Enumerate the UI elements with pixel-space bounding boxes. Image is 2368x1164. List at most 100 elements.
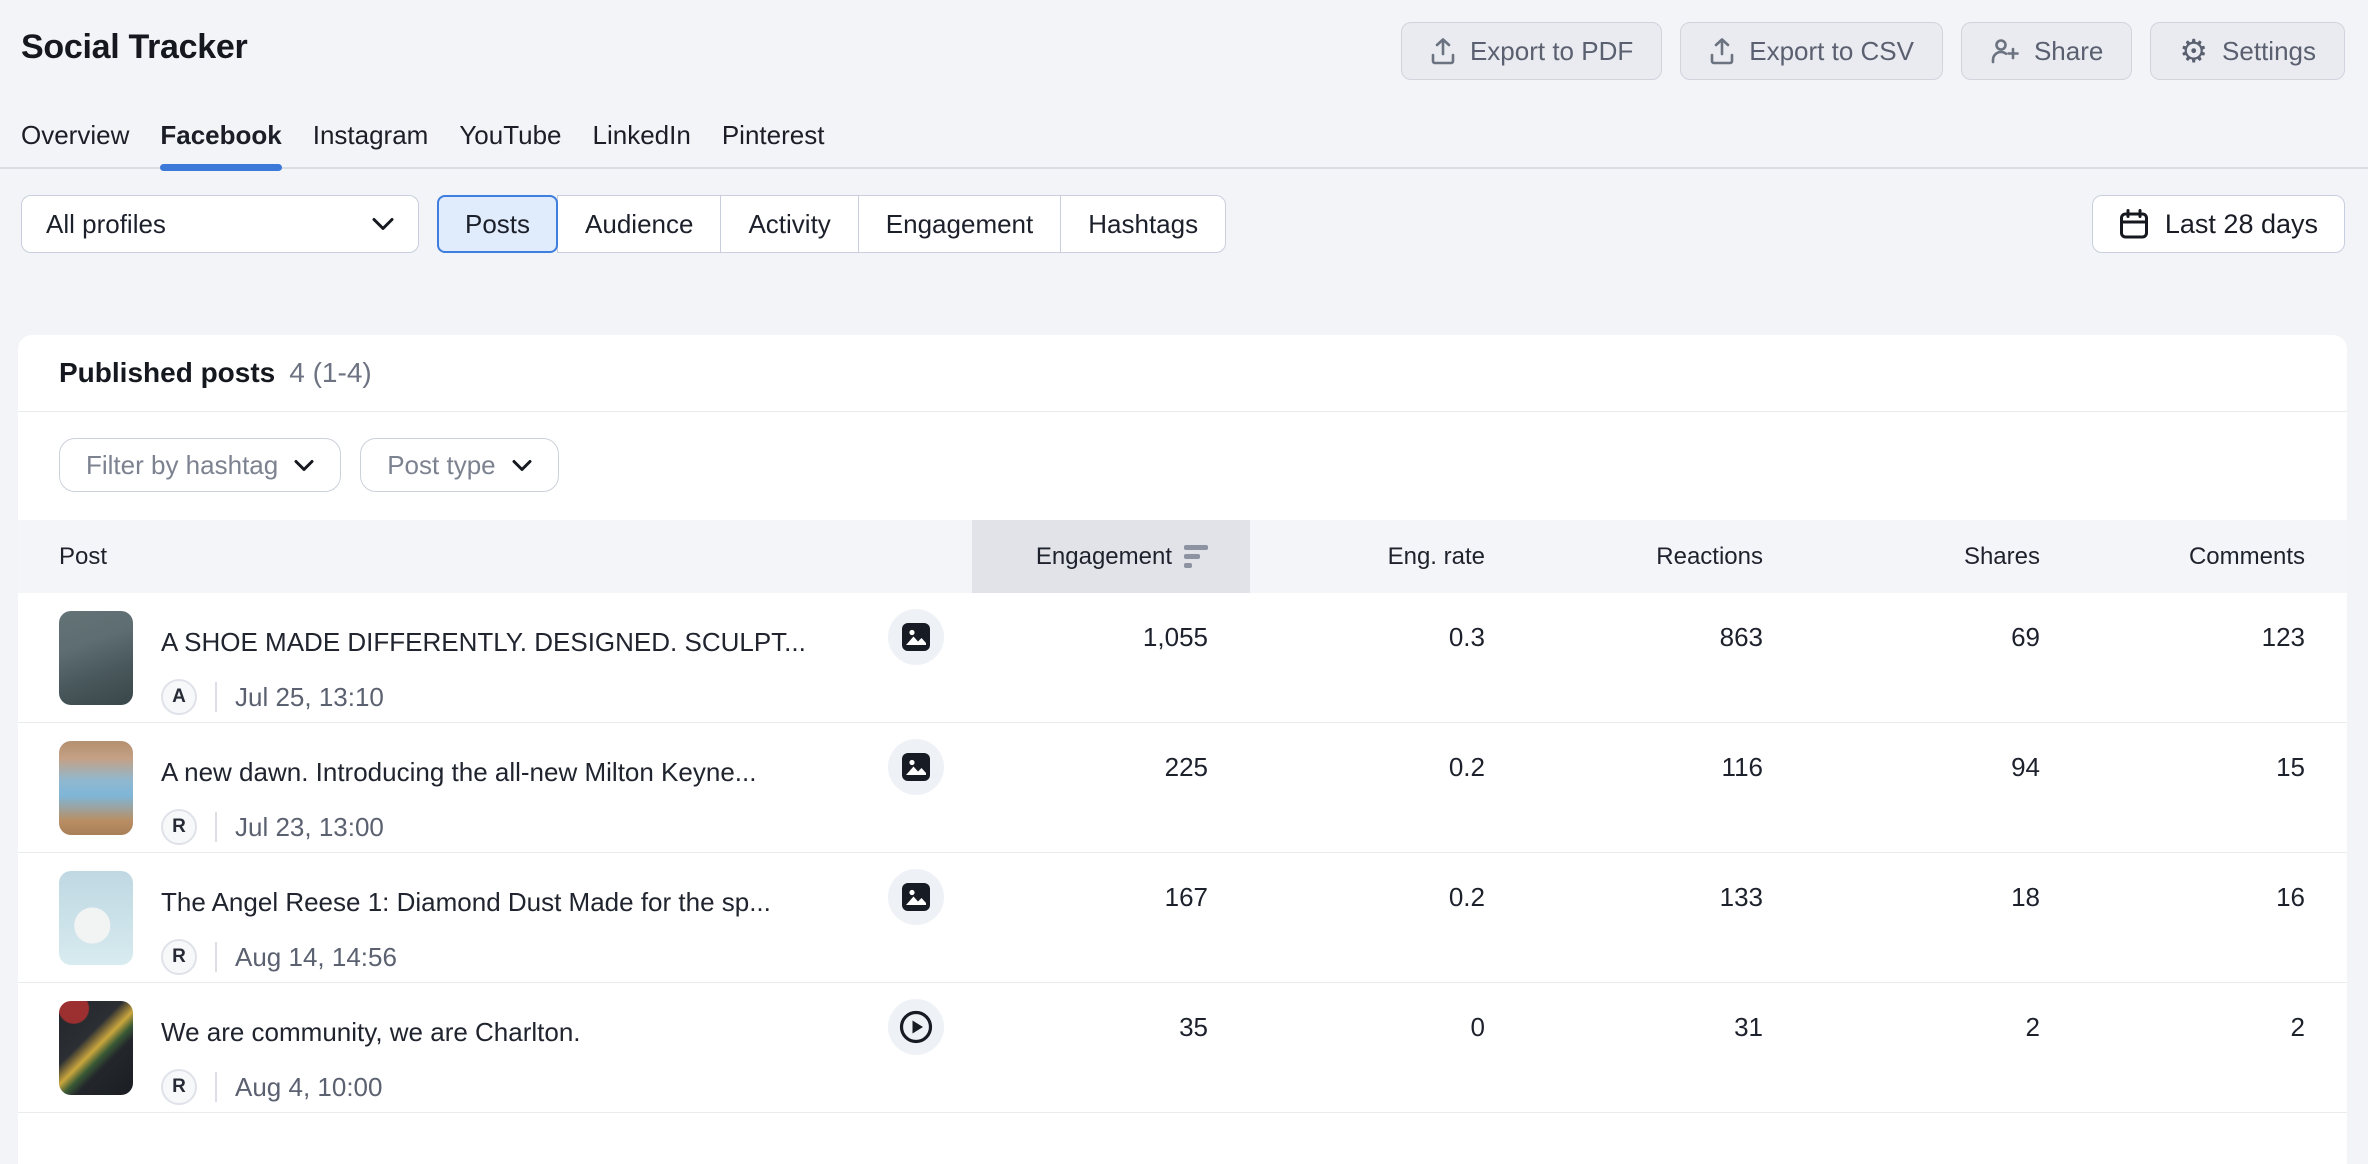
- post-datetime: Jul 25, 13:10: [235, 682, 384, 713]
- post-datetime: Aug 14, 14:56: [235, 942, 397, 973]
- tab-youtube[interactable]: YouTube: [459, 110, 561, 167]
- table-row[interactable]: We are community, we are Charlton. R Aug…: [18, 983, 2347, 1113]
- share-button[interactable]: Share: [1961, 22, 2132, 80]
- reactions-value: 133: [1527, 853, 1805, 982]
- profile-badge: R: [161, 1069, 197, 1105]
- toolbar: Export to PDF Export to CSV Share ⚙ Sett…: [1401, 22, 2345, 80]
- column-header-engagement[interactable]: Engagement: [972, 520, 1250, 593]
- card-title: Published posts: [59, 357, 275, 389]
- gear-icon: ⚙: [2179, 35, 2208, 67]
- post-title[interactable]: A SHOE MADE DIFFERENTLY. DESIGNED. SCULP…: [161, 624, 806, 660]
- meta-divider: [215, 812, 217, 842]
- post-title[interactable]: A new dawn. Introducing the all-new Milt…: [161, 754, 756, 790]
- table-row[interactable]: The Angel Reese 1: Diamond Dust Made for…: [18, 853, 2347, 983]
- engagement-value: 167: [972, 853, 1250, 982]
- image-media-icon: [888, 739, 944, 795]
- column-header-post[interactable]: Post: [18, 520, 972, 593]
- top-bar: Social Tracker Export to PDF Export to C…: [0, 0, 2368, 80]
- page-title: Social Tracker: [21, 22, 247, 67]
- shares-value: 2: [1805, 983, 2082, 1112]
- calendar-icon: [2119, 208, 2149, 240]
- person-plus-icon: [1990, 37, 2020, 65]
- profile-badge: A: [161, 679, 197, 715]
- eng-rate-value: 0: [1250, 983, 1527, 1112]
- post-cell: We are community, we are Charlton. R Aug…: [18, 983, 972, 1112]
- tab-facebook[interactable]: Facebook: [160, 110, 281, 167]
- post-cell: A new dawn. Introducing the all-new Milt…: [18, 723, 972, 852]
- card-count: 4 (1-4): [289, 357, 371, 389]
- export-pdf-button[interactable]: Export to PDF: [1401, 22, 1662, 80]
- eng-rate-value: 0.2: [1250, 723, 1527, 852]
- view-hashtags-button[interactable]: Hashtags: [1060, 195, 1226, 253]
- post-thumbnail[interactable]: [59, 611, 133, 705]
- card-header: Published posts 4 (1-4): [18, 335, 2347, 412]
- view-posts-button[interactable]: Posts: [437, 195, 558, 253]
- settings-label: Settings: [2222, 36, 2316, 67]
- post-info: A SHOE MADE DIFFERENTLY. DESIGNED. SCULP…: [161, 593, 944, 715]
- eng-rate-value: 0.3: [1250, 593, 1527, 722]
- table-row[interactable]: A new dawn. Introducing the all-new Milt…: [18, 723, 2347, 853]
- post-cell: The Angel Reese 1: Diamond Dust Made for…: [18, 853, 972, 982]
- image-media-icon: [888, 609, 944, 665]
- filter-by-hashtag-label: Filter by hashtag: [86, 450, 278, 481]
- image-media-icon: [888, 869, 944, 925]
- channel-tabs: Overview Facebook Instagram YouTube Link…: [0, 110, 2368, 169]
- column-header-comments[interactable]: Comments: [2082, 520, 2347, 593]
- reactions-value: 863: [1527, 593, 1805, 722]
- engagement-value: 225: [972, 723, 1250, 852]
- post-info: A new dawn. Introducing the all-new Milt…: [161, 723, 944, 845]
- post-type-label: Post type: [387, 450, 495, 481]
- export-pdf-label: Export to PDF: [1470, 36, 1633, 67]
- settings-button[interactable]: ⚙ Settings: [2150, 22, 2345, 80]
- post-cell: A SHOE MADE DIFFERENTLY. DESIGNED. SCULP…: [18, 593, 972, 722]
- column-header-shares[interactable]: Shares: [1805, 520, 2082, 593]
- reactions-value: 116: [1527, 723, 1805, 852]
- filter-by-hashtag-dropdown[interactable]: Filter by hashtag: [59, 438, 341, 492]
- view-engagement-button[interactable]: Engagement: [858, 195, 1061, 253]
- post-title[interactable]: The Angel Reese 1: Diamond Dust Made for…: [161, 884, 771, 920]
- chevron-down-icon: [512, 459, 532, 472]
- tab-linkedin[interactable]: LinkedIn: [593, 110, 691, 167]
- column-header-reactions[interactable]: Reactions: [1527, 520, 1805, 593]
- tab-pinterest[interactable]: Pinterest: [722, 110, 825, 167]
- shares-value: 69: [1805, 593, 2082, 722]
- chevron-down-icon: [372, 217, 394, 231]
- comments-value: 16: [2082, 853, 2347, 982]
- comments-value: 15: [2082, 723, 2347, 852]
- post-type-dropdown[interactable]: Post type: [360, 438, 558, 492]
- tab-instagram[interactable]: Instagram: [313, 110, 429, 167]
- table-row[interactable]: A SHOE MADE DIFFERENTLY. DESIGNED. SCULP…: [18, 593, 2347, 723]
- meta-divider: [215, 1072, 217, 1102]
- view-audience-button[interactable]: Audience: [557, 195, 721, 253]
- post-thumbnail[interactable]: [59, 1001, 133, 1095]
- date-range-button[interactable]: Last 28 days: [2092, 195, 2345, 253]
- post-title[interactable]: We are community, we are Charlton.: [161, 1014, 581, 1050]
- post-thumbnail[interactable]: [59, 741, 133, 835]
- export-csv-button[interactable]: Export to CSV: [1680, 22, 1943, 80]
- column-header-eng-rate[interactable]: Eng. rate: [1250, 520, 1527, 593]
- chevron-down-icon: [294, 459, 314, 472]
- view-activity-button[interactable]: Activity: [720, 195, 858, 253]
- post-thumbnail[interactable]: [59, 871, 133, 965]
- published-posts-card: Published posts 4 (1-4) Filter by hashta…: [18, 335, 2347, 1164]
- post-info: We are community, we are Charlton. R Aug…: [161, 983, 944, 1105]
- column-header-engagement-label: Engagement: [1036, 543, 1172, 571]
- meta-divider: [215, 682, 217, 712]
- social-tracker-page: Social Tracker Export to PDF Export to C…: [0, 0, 2368, 1164]
- profile-select[interactable]: All profiles: [21, 195, 419, 253]
- meta-divider: [215, 942, 217, 972]
- comments-value: 2: [2082, 983, 2347, 1112]
- shares-value: 18: [1805, 853, 2082, 982]
- table-header-row: Post Engagement Eng. rate Reactions Shar…: [18, 520, 2347, 593]
- date-range-label: Last 28 days: [2165, 209, 2318, 240]
- post-info: The Angel Reese 1: Diamond Dust Made for…: [161, 853, 944, 975]
- shares-value: 94: [1805, 723, 2082, 852]
- upload-icon: [1709, 37, 1735, 65]
- post-datetime: Aug 4, 10:00: [235, 1072, 382, 1103]
- tab-overview[interactable]: Overview: [21, 110, 129, 167]
- view-switcher: Posts Audience Activity Engagement Hasht…: [437, 195, 1226, 253]
- post-datetime: Jul 23, 13:00: [235, 812, 384, 843]
- profile-badge: R: [161, 809, 197, 845]
- profile-badge: R: [161, 939, 197, 975]
- export-csv-label: Export to CSV: [1749, 36, 1914, 67]
